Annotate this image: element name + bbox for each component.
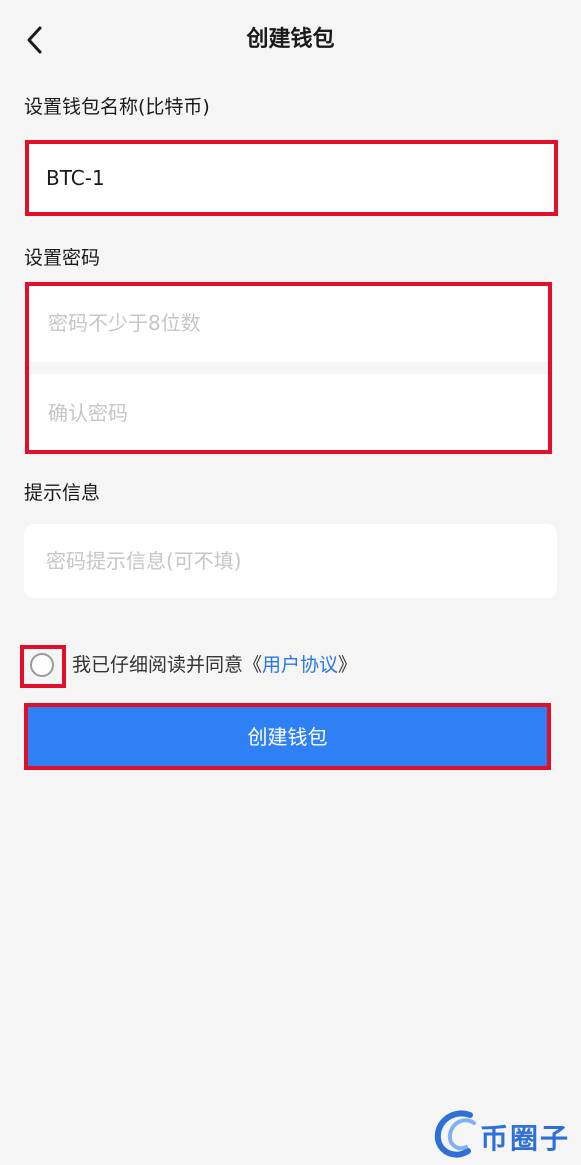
agreement-prefix: 我已仔细阅读并同意 xyxy=(72,654,244,676)
agreement-row: 我已仔细阅读并同意《用户协议》 xyxy=(20,645,560,687)
confirm-password-input[interactable] xyxy=(24,374,551,452)
watermark-swirl-icon xyxy=(434,1110,476,1158)
page-title: 创建钱包 xyxy=(246,27,335,52)
user-agreement-link[interactable]: 用户协议 xyxy=(262,654,338,676)
confirm-password-row xyxy=(24,374,551,452)
password-row xyxy=(24,284,551,362)
password-group xyxy=(24,284,551,452)
hint-field-container xyxy=(24,524,557,598)
password-divider xyxy=(24,362,551,374)
wallet-name-label: 设置钱包名称(比特币) xyxy=(24,96,210,118)
wallet-name-input[interactable] xyxy=(24,142,557,214)
watermark-logo: 币圈子 xyxy=(430,1105,575,1161)
hint-label: 提示信息 xyxy=(24,482,101,504)
watermark-text: 币圈子 xyxy=(480,1122,571,1155)
hint-input[interactable] xyxy=(24,524,557,598)
agreement-text: 我已仔细阅读并同意《用户协议》 xyxy=(72,651,357,679)
agreement-close-quote: 》 xyxy=(338,654,358,676)
agreement-radio[interactable] xyxy=(30,653,54,677)
create-wallet-button[interactable]: 创建钱包 xyxy=(28,707,547,766)
agreement-open-quote: 《 xyxy=(243,654,263,676)
password-label: 设置密码 xyxy=(24,247,101,269)
password-input[interactable] xyxy=(24,284,551,362)
header: 创建钱包 xyxy=(0,0,581,80)
wallet-name-field-container xyxy=(24,142,557,214)
